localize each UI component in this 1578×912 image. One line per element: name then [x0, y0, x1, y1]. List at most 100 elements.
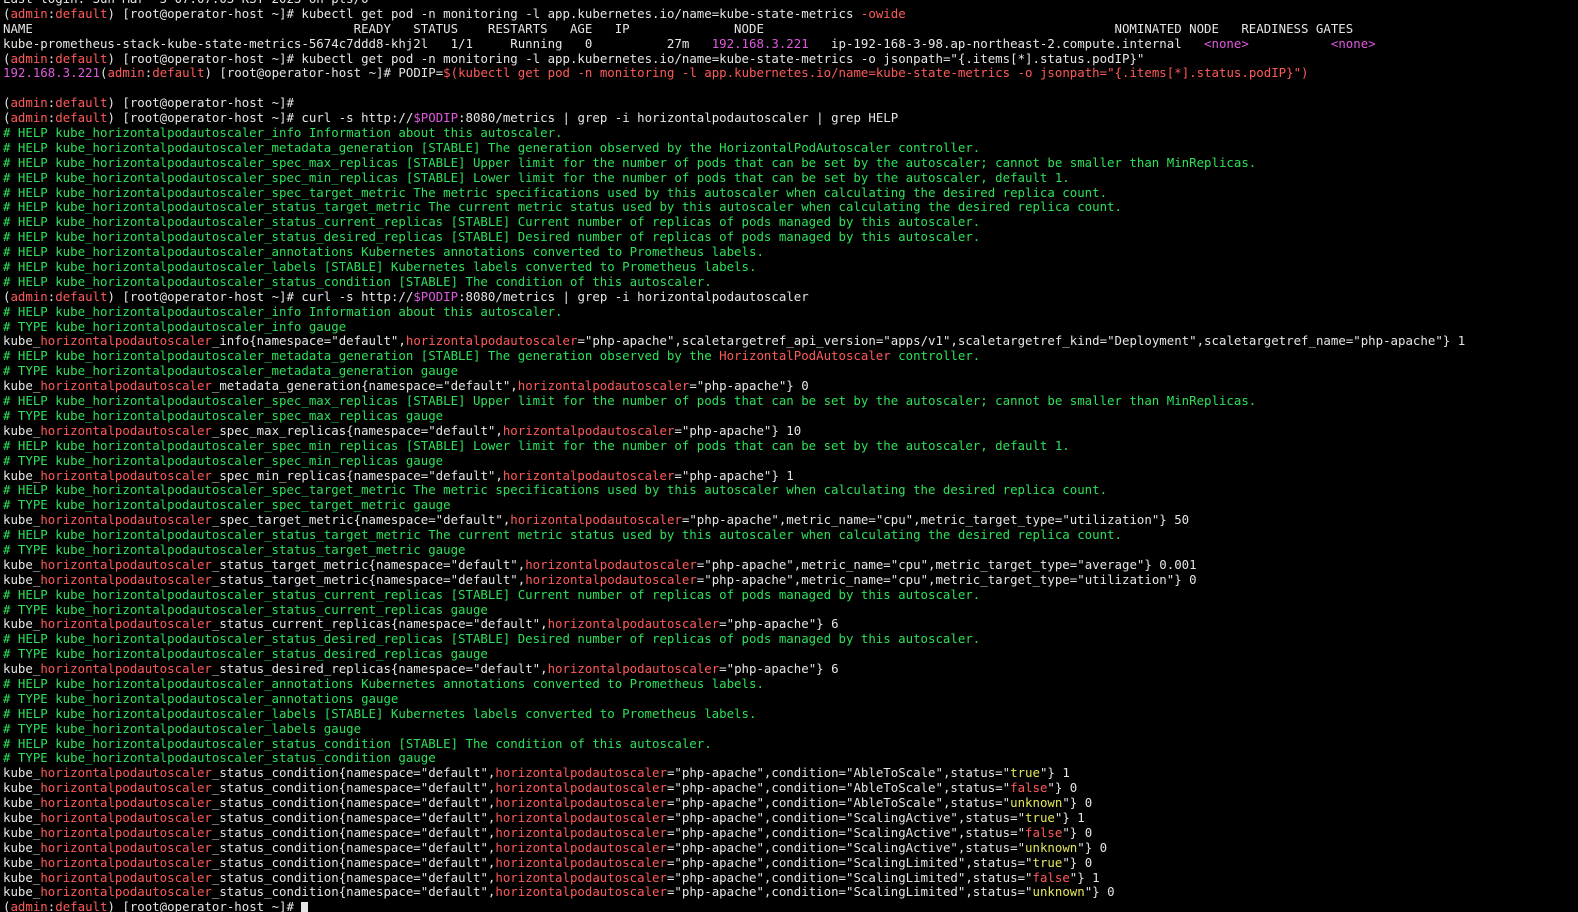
terminal-text: horizontalpodautoscaler	[502, 422, 675, 438]
terminal-text: horizontalpodautoscaler	[495, 824, 667, 840]
terminal-text: horizontalpodautoscaler	[547, 616, 720, 632]
terminal-line: # HELP kube_horizontalpodautoscaler_labe…	[3, 706, 1465, 722]
terminal-text: kube_	[3, 556, 41, 572]
terminal-line: # HELP kube_horizontalpodautoscaler_stat…	[3, 200, 1465, 215]
terminal-line: # HELP kube_horizontalpodautoscaler_anno…	[3, 244, 1465, 260]
terminal-text: _spec_target_metric{namespace="default",	[211, 512, 511, 528]
terminal-text: kube_	[3, 422, 41, 438]
terminal-text: true	[1025, 809, 1055, 825]
terminal-text: kube_	[3, 333, 41, 349]
terminal-text: admin	[10, 5, 48, 21]
terminal-text: kube_	[3, 795, 41, 811]
terminal-line: # TYPE kube_horizontalpodautoscaler_spec…	[3, 452, 1465, 469]
terminal-text: _spec_max_replicas{namespace="default",	[211, 422, 503, 438]
terminal-text: admin	[10, 288, 48, 304]
terminal-text: horizontalpodautoscaler	[525, 556, 697, 572]
terminal-text: "} 1	[1054, 809, 1085, 825]
terminal-text: # HELP kube_horizontalpodautoscaler_stat…	[3, 735, 712, 751]
terminal-text: ="php-apache",condition="ScalingLimited"…	[666, 869, 1033, 885]
terminal-text: ="php-apache"} 10	[674, 422, 802, 438]
terminal-text: horizontalpodautoscaler	[502, 467, 675, 483]
terminal-text: ="php-apache"} 1	[674, 467, 794, 483]
terminal-text: NAME READY STATUS RESTARTS AGE IP NODE N…	[3, 20, 1354, 36]
terminal-line: kube_horizontalpodautoscaler_status_curr…	[3, 616, 1465, 632]
terminal-text: horizontalpodautoscaler	[40, 884, 212, 900]
terminal-line: # TYPE kube_horizontalpodautoscaler_stat…	[3, 646, 1465, 662]
terminal-text: # TYPE kube_horizontalpodautoscaler_stat…	[3, 750, 436, 766]
terminal-text: :8080/metrics | grep -i horizontalpodaut…	[458, 288, 809, 304]
terminal-line: kube_horizontalpodautoscaler_status_cond…	[3, 795, 1465, 811]
terminal-text: # HELP kube_horizontalpodautoscaler_spec…	[3, 154, 1257, 170]
terminal-text: horizontalpodautoscaler	[40, 839, 212, 855]
terminal-text: horizontalpodautoscaler	[510, 512, 682, 528]
terminal-text: horizontalpodautoscaler	[495, 765, 667, 781]
terminal-text: horizontalpodautoscaler	[495, 780, 667, 796]
terminal-text: -owide	[860, 5, 906, 21]
terminal-text: unknown	[1010, 795, 1063, 811]
terminal-text: false	[1025, 824, 1063, 840]
terminal-text: ="php-apache"} 0	[689, 378, 809, 394]
terminal-window[interactable]: Last login: Sun Mar 5 07:07:03 KST 2023 …	[0, 0, 1578, 912]
terminal-text: kube_	[3, 765, 41, 781]
terminal-text: ) [root@operator-host ~]# curl -s http:/…	[107, 288, 414, 304]
terminal-text: default	[152, 65, 205, 81]
terminal-text: ="php-apache",condition="AbleToScale",st…	[666, 795, 1011, 811]
cursor-icon[interactable]	[301, 901, 309, 912]
terminal-text: HorizontalPodAutoscaler	[719, 348, 891, 364]
terminal-text: "} 0	[1062, 795, 1093, 811]
terminal-text: unknown	[1032, 884, 1085, 900]
terminal-text: # HELP kube_horizontalpodautoscaler_spec…	[3, 437, 1070, 453]
terminal-text: default	[55, 5, 108, 21]
terminal-text: ip-192-168-3-98.ap-northeast-2.compute.i…	[808, 35, 1205, 51]
terminal-text: horizontalpodautoscaler	[40, 824, 212, 840]
terminal-text: ) [root@operator-host ~]# PODIP=	[204, 65, 444, 81]
terminal-line: # HELP kube_horizontalpodautoscaler_stat…	[3, 229, 1465, 245]
terminal-text: horizontalpodautoscaler	[40, 378, 212, 394]
terminal-text: default	[55, 110, 108, 126]
terminal-text: # HELP kube_horizontalpodautoscaler_info…	[3, 125, 563, 141]
terminal-text: kube_	[3, 378, 41, 394]
terminal-text: false	[1032, 869, 1070, 885]
terminal-text: horizontalpodautoscaler	[40, 422, 212, 438]
terminal-text: "} 0	[1077, 839, 1108, 855]
terminal-text: _status_condition{namespace="default",	[211, 839, 496, 855]
terminal-line: kube_horizontalpodautoscaler_status_cond…	[3, 884, 1465, 900]
terminal-text: _metadata_generation{namespace="default"…	[211, 378, 518, 394]
terminal-text: horizontalpodautoscaler	[40, 780, 212, 796]
terminal-text: ) [root@operator-host ~]# kubectl get po…	[107, 5, 861, 21]
terminal-text: ="php-apache"} 6	[719, 661, 839, 677]
terminal-text: _status_condition{namespace="default",	[211, 884, 496, 900]
terminal-text: _status_desired_replicas{namespace="defa…	[211, 661, 548, 677]
terminal-line: (admin:default) [root@operator-host ~]# …	[3, 5, 1465, 22]
terminal-line: # HELP kube_horizontalpodautoscaler_labe…	[3, 259, 1465, 275]
terminal-text: admin	[10, 95, 48, 111]
terminal-text: default	[55, 50, 108, 66]
terminal-text: horizontalpodautoscaler	[495, 839, 667, 855]
terminal-text: # HELP kube_horizontalpodautoscaler_spec…	[3, 184, 1108, 200]
terminal-text: # TYPE kube_horizontalpodautoscaler_stat…	[3, 601, 488, 617]
terminal-text: "} 1	[1039, 765, 1070, 781]
terminal-line: # HELP kube_horizontalpodautoscaler_stat…	[3, 274, 1465, 290]
terminal-line: (admin:default) [root@operator-host ~]# …	[3, 110, 1465, 126]
terminal-text: <none>	[1204, 35, 1249, 51]
terminal-line: # HELP kube_horizontalpodautoscaler_info…	[3, 125, 1465, 141]
terminal-text: horizontalpodautoscaler	[547, 661, 720, 677]
terminal-text: horizontalpodautoscaler	[495, 869, 667, 885]
terminal-text: kube_	[3, 839, 41, 855]
terminal-line: kube_horizontalpodautoscaler_status_targ…	[3, 572, 1465, 588]
terminal-line: (admin:default) [root@operator-host ~]# …	[3, 50, 1465, 67]
terminal-line: NAME READY STATUS RESTARTS AGE IP NODE N…	[3, 20, 1465, 37]
terminal-text: :8080/metrics | grep -i horizontalpodaut…	[458, 110, 899, 126]
terminal-text: # TYPE kube_horizontalpodautoscaler_spec…	[3, 452, 444, 468]
terminal-text: <none>	[1330, 35, 1376, 51]
terminal-line: 192.168.3.221(admin:default) [root@opera…	[3, 66, 1465, 81]
terminal-text: horizontalpodautoscaler	[517, 378, 690, 394]
terminal-line: kube_horizontalpodautoscaler_status_cond…	[3, 869, 1465, 886]
terminal-text: # TYPE kube_horizontalpodautoscaler_stat…	[3, 541, 466, 557]
terminal-text: # TYPE kube_horizontalpodautoscaler_info…	[3, 318, 347, 334]
terminal-text: horizontalpodautoscaler	[40, 765, 212, 781]
terminal-text: default	[55, 288, 108, 304]
terminal-text: default	[55, 899, 108, 912]
terminal-text: # HELP kube_horizontalpodautoscaler_labe…	[3, 259, 757, 275]
